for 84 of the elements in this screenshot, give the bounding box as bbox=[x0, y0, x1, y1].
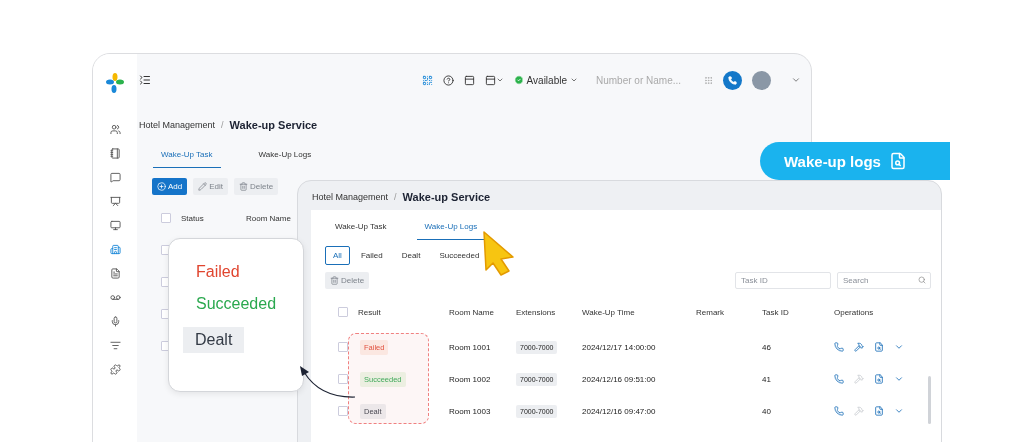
status-label: Dealt bbox=[183, 327, 245, 353]
help-icon[interactable] bbox=[442, 74, 454, 86]
tab[interactable]: Wake-Up Task bbox=[153, 144, 221, 168]
layout-dropdown-icon[interactable] bbox=[484, 74, 504, 86]
breadcrumb-separator: / bbox=[221, 120, 224, 130]
log-search-button[interactable] bbox=[874, 374, 884, 384]
checkbox[interactable] bbox=[338, 406, 348, 416]
logo-icon bbox=[105, 72, 125, 94]
callout-text: Wake-up logs bbox=[784, 152, 881, 170]
sidebar-nav-icon[interactable] bbox=[109, 196, 121, 207]
log-search-button[interactable] bbox=[874, 342, 884, 352]
tab[interactable]: Wake-Up Task bbox=[327, 216, 395, 240]
checkbox[interactable] bbox=[338, 342, 348, 352]
toolbar-button[interactable]: Add bbox=[152, 178, 188, 195]
phone-button[interactable] bbox=[834, 342, 844, 352]
sidebar-nav-icon[interactable] bbox=[109, 172, 121, 183]
status-label: Succeeded bbox=[195, 295, 277, 313]
table-cell-text: 2024/12/16 09:47:00 bbox=[582, 406, 657, 416]
page-title: Wake-up Service bbox=[402, 191, 491, 203]
page-title: Wake-up Service bbox=[229, 119, 318, 131]
pencil-icon bbox=[198, 182, 208, 191]
search-icon bbox=[918, 276, 926, 284]
search-field[interactable]: Number or Name... bbox=[594, 73, 694, 87]
expand-button[interactable] bbox=[894, 406, 904, 416]
sidebar-nav-icon[interactable] bbox=[109, 220, 121, 231]
search-field[interactable]: Search bbox=[837, 272, 931, 289]
plus-icon bbox=[157, 182, 166, 191]
cursor-icon bbox=[483, 231, 514, 276]
dialpad-icon[interactable] bbox=[704, 75, 713, 85]
column-header: Task ID bbox=[762, 307, 790, 317]
expand-button[interactable] bbox=[894, 342, 904, 352]
sidebar-nav-icon[interactable] bbox=[109, 340, 121, 351]
table-cell-text: Room 1001 bbox=[449, 342, 492, 352]
menu-icon[interactable] bbox=[139, 74, 151, 86]
column-header: Wake-Up Time bbox=[582, 307, 636, 317]
qr-code-icon[interactable] bbox=[421, 74, 433, 86]
breadcrumb-separator: / bbox=[394, 192, 397, 202]
table-cell-text: 46 bbox=[762, 342, 772, 352]
column-header: Room Name bbox=[449, 307, 495, 317]
table-cell-text: Room 1003 bbox=[449, 406, 492, 416]
curved-arrow bbox=[300, 366, 356, 398]
column-header: Extensions bbox=[516, 307, 557, 317]
sidebar-nav-icon[interactable] bbox=[109, 124, 121, 135]
availability-dropdown[interactable]: Available bbox=[513, 74, 578, 86]
avatar[interactable] bbox=[752, 70, 771, 90]
trash-icon bbox=[239, 182, 249, 191]
checkbox[interactable] bbox=[161, 213, 171, 223]
document-search-icon bbox=[888, 152, 907, 170]
table-cell-text: 40 bbox=[762, 406, 772, 416]
checkbox[interactable] bbox=[338, 307, 348, 317]
breadcrumb-link[interactable]: Hotel Management bbox=[312, 192, 389, 202]
scrollbar bbox=[928, 376, 931, 424]
checkbox[interactable] bbox=[338, 374, 348, 384]
trash-icon bbox=[330, 276, 339, 285]
column-header: Status bbox=[181, 213, 205, 223]
sidebar-nav-icon[interactable] bbox=[109, 316, 121, 327]
hammer-button[interactable] bbox=[854, 342, 864, 352]
phone-button[interactable] bbox=[834, 374, 844, 384]
table-cell-text: 2024/12/16 09:51:00 bbox=[582, 374, 657, 384]
sidebar-nav-icon[interactable] bbox=[109, 148, 121, 159]
phone-button[interactable] bbox=[834, 406, 844, 416]
chevron-down-icon[interactable] bbox=[791, 75, 801, 85]
expand-button[interactable] bbox=[894, 374, 904, 384]
table-cell-text: 41 bbox=[762, 374, 772, 384]
table-cell-text: Room 1002 bbox=[449, 374, 492, 384]
sidebar-nav-icon[interactable] bbox=[109, 268, 121, 279]
call-button[interactable] bbox=[723, 70, 742, 90]
check-circle-icon bbox=[513, 75, 524, 85]
breadcrumb-link[interactable]: Hotel Management bbox=[139, 120, 216, 130]
filter-chip[interactable]: All bbox=[325, 246, 350, 265]
phone-icon bbox=[728, 75, 737, 85]
status-label: Failed bbox=[195, 263, 240, 281]
sidebar-nav-icon[interactable] bbox=[109, 364, 121, 375]
column-header: Result bbox=[358, 307, 382, 317]
column-header: Operations bbox=[834, 307, 875, 317]
chevron-down-icon bbox=[570, 76, 578, 84]
log-search-button[interactable] bbox=[874, 406, 884, 416]
column-header: Room Name bbox=[246, 213, 292, 223]
table-cell-text: 2024/12/17 14:00:00 bbox=[582, 342, 657, 352]
column-header: Remark bbox=[696, 307, 725, 317]
sidebar-nav-icon[interactable] bbox=[109, 292, 121, 303]
tab[interactable]: Wake-Up Logs bbox=[250, 144, 320, 168]
sidebar-nav-icon[interactable] bbox=[109, 244, 121, 255]
task-id-field[interactable]: Task ID bbox=[735, 272, 831, 289]
